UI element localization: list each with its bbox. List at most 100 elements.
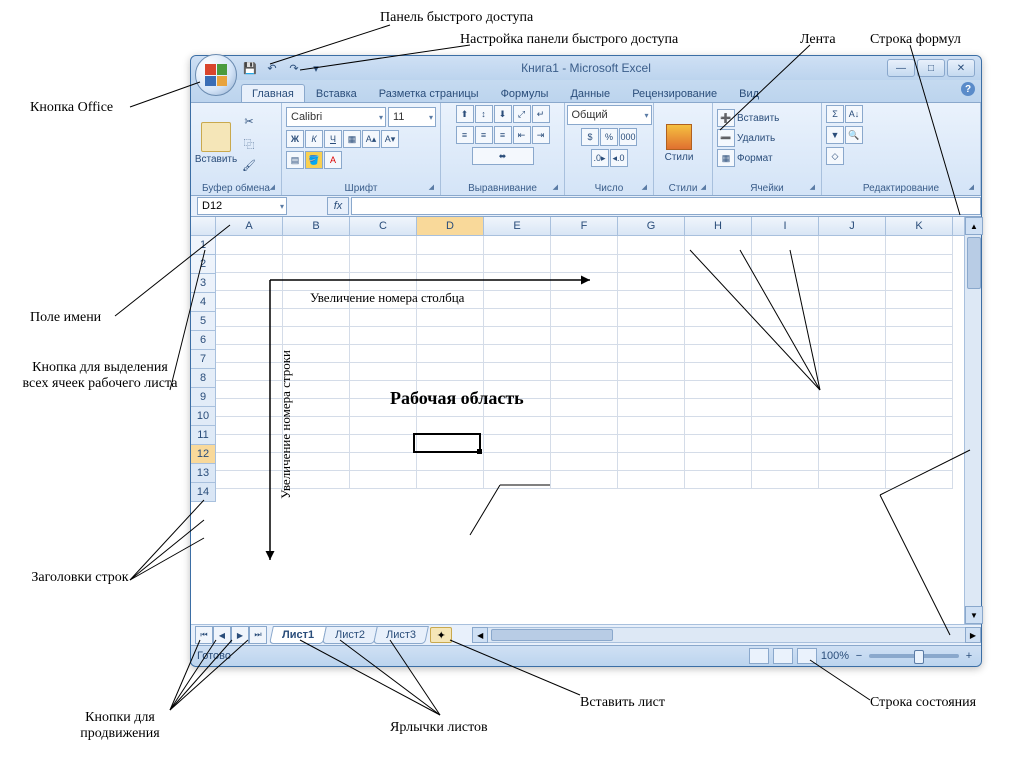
tab-review[interactable]: Рецензирование [621,84,728,102]
percent-button[interactable]: % [600,128,618,146]
fx-button[interactable]: fx [327,197,349,215]
last-sheet-button[interactable]: ⏭ [249,626,267,644]
hscroll-thumb[interactable] [491,629,613,641]
copy-icon[interactable]: ⿻ [239,134,259,154]
scroll-up-button[interactable]: ▲ [965,217,983,235]
font-name-select[interactable]: Calibri [286,107,386,127]
active-cell[interactable] [413,433,481,453]
clear-button[interactable]: ◇ [826,147,844,165]
save-icon[interactable]: 💾 [241,59,259,77]
zoom-in-button[interactable]: + [963,650,975,662]
office-button[interactable] [195,54,237,96]
tab-formulas[interactable]: Формулы [490,84,560,102]
col-header-F[interactable]: F [551,217,618,235]
sort-button[interactable]: A↓ [845,105,863,123]
page-break-view-button[interactable] [797,648,817,664]
row-header-4[interactable]: 4 [191,293,215,312]
format-painter-icon[interactable]: 🖌 [239,156,259,176]
font-size-select[interactable]: 11 [388,107,436,127]
decrease-decimal-button[interactable]: ◂.0 [610,149,628,167]
row-header-3[interactable]: 3 [191,274,215,293]
fill-button[interactable]: ▼ [826,126,844,144]
tab-insert[interactable]: Вставка [305,84,368,102]
orientation-button[interactable]: ⤢ [513,105,531,123]
horizontal-scrollbar[interactable]: ◀ ▶ [472,627,981,643]
row-header-12[interactable]: 12 [191,445,215,464]
merge-button[interactable]: ⬌ [472,147,534,165]
col-header-G[interactable]: G [618,217,685,235]
name-box[interactable]: D12 [197,197,287,215]
col-header-E[interactable]: E [484,217,551,235]
vertical-scrollbar[interactable]: ▲ ▼ [964,217,981,624]
redo-icon[interactable]: ↷ [285,59,303,77]
fill-color-button[interactable]: 🪣 [305,151,323,169]
col-header-K[interactable]: K [886,217,953,235]
row-header-7[interactable]: 7 [191,350,215,369]
delete-cell-icon[interactable]: ➖ [717,129,735,147]
align-right-button[interactable]: ≡ [494,126,512,144]
prev-sheet-button[interactable]: ◀ [213,626,231,644]
format-cell-icon[interactable]: ▦ [717,149,735,167]
page-layout-view-button[interactable] [773,648,793,664]
first-sheet-button[interactable]: ⏮ [195,626,213,644]
formula-input[interactable] [351,197,981,215]
row-header-1[interactable]: 1 [191,236,215,255]
tab-data[interactable]: Данные [559,84,621,102]
wrap-text-button[interactable]: ↵ [532,105,550,123]
zoom-level[interactable]: 100% [821,650,849,662]
italic-button[interactable]: К [305,130,323,148]
align-middle-button[interactable]: ↕ [475,105,493,123]
font-color-button[interactable]: A [324,151,342,169]
help-button[interactable]: ? [961,82,975,96]
tab-page-layout[interactable]: Разметка страницы [368,84,490,102]
undo-icon[interactable]: ↶ [263,59,281,77]
tab-view[interactable]: Вид [728,84,770,102]
scroll-right-button[interactable]: ▶ [965,627,981,643]
row-header-10[interactable]: 10 [191,407,215,426]
insert-sheet-button[interactable]: ✦ [430,627,452,643]
scroll-left-button[interactable]: ◀ [472,627,488,643]
select-all-button[interactable] [191,217,216,235]
align-center-button[interactable]: ≡ [475,126,493,144]
vscroll-thumb[interactable] [967,237,981,289]
scroll-down-button[interactable]: ▼ [965,606,983,624]
decrease-indent-button[interactable]: ⇤ [513,126,531,144]
align-top-button[interactable]: ⬆ [456,105,474,123]
row-header-8[interactable]: 8 [191,369,215,388]
sheet-tab-3[interactable]: Лист3 [373,626,429,644]
currency-button[interactable]: $ [581,128,599,146]
col-header-A[interactable]: A [216,217,283,235]
row-header-11[interactable]: 11 [191,426,215,445]
minimize-button[interactable]: — [887,59,915,77]
row-header-5[interactable]: 5 [191,312,215,331]
find-button[interactable]: 🔍 [845,126,863,144]
autosum-button[interactable]: Σ [826,105,844,123]
close-button[interactable]: ✕ [947,59,975,77]
col-header-I[interactable]: I [752,217,819,235]
tab-home[interactable]: Главная [241,84,305,102]
align-left-button[interactable]: ≡ [456,126,474,144]
next-sheet-button[interactable]: ▶ [231,626,249,644]
comma-button[interactable]: 000 [619,128,637,146]
col-header-D[interactable]: D [417,217,484,235]
align-bottom-button[interactable]: ⬇ [494,105,512,123]
paste-button[interactable]: Вставить [195,113,237,175]
underline-button[interactable]: Ч [324,130,342,148]
row-header-6[interactable]: 6 [191,331,215,350]
qat-customize-dropdown[interactable]: ▾ [307,59,325,77]
grow-font-button[interactable]: A▴ [362,130,380,148]
number-format-select[interactable]: Общий [567,105,652,125]
row-header-13[interactable]: 13 [191,464,215,483]
zoom-out-button[interactable]: − [853,650,865,662]
row-header-14[interactable]: 14 [191,483,215,502]
sheet-tab-2[interactable]: Лист2 [322,626,378,644]
borders-button[interactable]: ▤ [286,151,304,169]
border-button[interactable]: ▦ [343,130,361,148]
shrink-font-button[interactable]: A▾ [381,130,399,148]
insert-cell-icon[interactable]: ➕ [717,109,735,127]
normal-view-button[interactable] [749,648,769,664]
col-header-C[interactable]: C [350,217,417,235]
bold-button[interactable]: Ж [286,130,304,148]
col-header-H[interactable]: H [685,217,752,235]
maximize-button[interactable]: □ [917,59,945,77]
